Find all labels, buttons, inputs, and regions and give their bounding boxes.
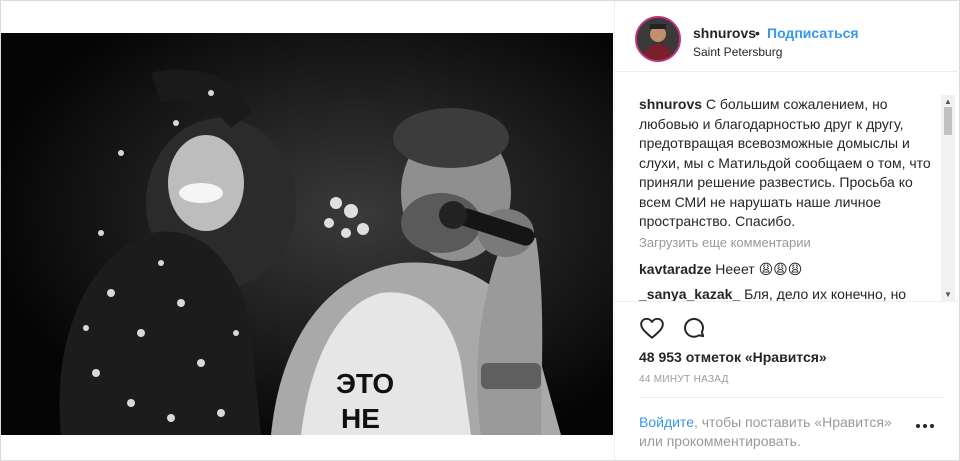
comments-scrollbar[interactable]: ▲ ▼ (941, 95, 955, 301)
scrollbar-thumb[interactable] (944, 107, 952, 135)
svg-text:ЭТО: ЭТО (336, 368, 394, 399)
caption-author[interactable]: shnurovs (639, 96, 702, 112)
comment-author[interactable]: _sanya_kazak_ (639, 286, 740, 301)
post-photo[interactable]: ЭТО НЕ (1, 33, 613, 435)
avatar[interactable] (635, 16, 681, 62)
post-card: ЭТО НЕ shnurovs • Подписаться Saint Pete… (0, 0, 960, 461)
likes-count[interactable]: 48 953 отметок «Нравится» (639, 349, 827, 365)
comment-text: Бля, дело их конечно, но (744, 286, 907, 302)
login-prompt: Войдите, чтобы поставить «Нравится» или … (639, 413, 909, 451)
section-divider (639, 397, 944, 398)
location-link[interactable]: Saint Petersburg (693, 45, 782, 59)
comment-text: Нееет 😩😩😩 (715, 261, 803, 277)
comment-author[interactable]: kavtaradze (639, 261, 711, 277)
comment-icon[interactable] (681, 315, 707, 341)
heart-icon[interactable] (639, 315, 665, 341)
separator-dot: • (755, 25, 760, 41)
follow-button[interactable]: Подписаться (767, 25, 859, 41)
comment-item: _sanya_kazak_ Бля, дело их конечно, но (639, 286, 907, 302)
comment-item: kavtaradze Нееет 😩😩😩 (639, 261, 802, 278)
caption-text: С большим сожалением, но любовью и благо… (639, 96, 931, 229)
login-link[interactable]: Войдите (639, 414, 694, 430)
load-more-comments-button[interactable]: Загрузить еще комментарии (639, 235, 811, 250)
post-timestamp[interactable]: 44 МИНУТ НАЗАД (639, 374, 729, 385)
post-caption: shnurovs С большим сожалением, но любовь… (639, 95, 935, 232)
scroll-down-arrow-icon[interactable]: ▼ (944, 290, 952, 299)
username-link[interactable]: shnurovs (693, 25, 756, 41)
comments-list[interactable]: shnurovs С большим сожалением, но любовь… (615, 95, 960, 302)
more-options-icon[interactable] (913, 419, 937, 431)
avatar-image (637, 18, 679, 60)
post-header: shnurovs • Подписаться Saint Petersburg (615, 1, 960, 72)
svg-text:НЕ: НЕ (341, 403, 380, 434)
scroll-up-arrow-icon[interactable]: ▲ (944, 97, 952, 106)
post-sidebar: shnurovs • Подписаться Saint Petersburg … (614, 1, 960, 460)
photo-illustration: ЭТО НЕ (1, 33, 613, 435)
